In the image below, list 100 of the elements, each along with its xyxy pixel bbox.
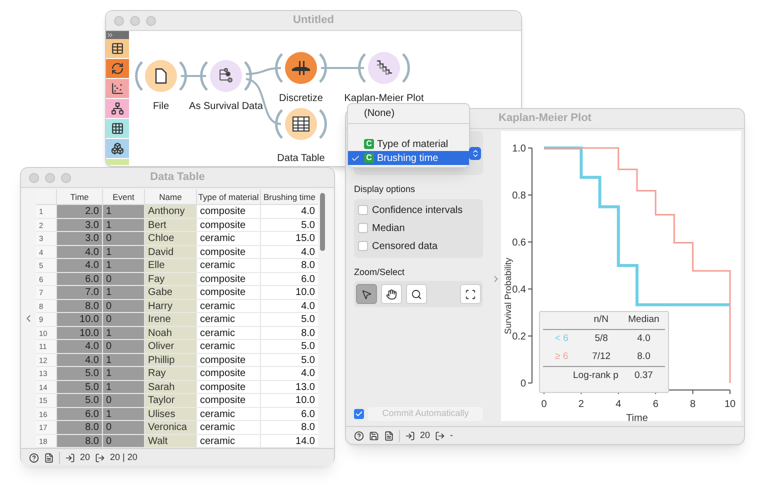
table-cell: 5.0 <box>56 380 102 393</box>
section-label: Display options <box>354 183 416 196</box>
table-cell: composite <box>196 380 260 393</box>
table-cell: 8.0 <box>56 421 102 434</box>
table-cell-text: 4.0 <box>636 332 652 346</box>
input-count: 20 <box>420 428 430 442</box>
table-cell: 1 <box>102 218 144 231</box>
column-header[interactable]: Brushing time <box>260 189 318 204</box>
table-cell: Ulises <box>144 408 196 420</box>
table-cell: 0 <box>102 272 144 285</box>
table-cell: ceramic <box>196 300 260 312</box>
table-cell: David <box>144 246 196 258</box>
window-title: Untitled <box>292 13 335 28</box>
table-cell: 1 <box>102 367 144 380</box>
column-header: Median <box>627 313 660 328</box>
menu-item-label: Brushing time <box>377 152 438 166</box>
table-cell: 0 <box>102 232 144 244</box>
table-cell: 8.0 <box>56 434 102 447</box>
x-tick-label: 0 <box>541 399 547 410</box>
table-cell-text: 8.0 <box>636 350 652 364</box>
table-cell: 0 <box>102 394 144 406</box>
table-cell: composite <box>196 394 260 406</box>
table-cell: 8.0 <box>260 421 318 434</box>
table-cell: ceramic <box>196 408 260 420</box>
table-cell: 0 <box>102 340 144 352</box>
table-cell: Walt <box>144 434 196 447</box>
table-cell: composite <box>196 272 260 285</box>
table-cell: 6.0 <box>56 408 102 420</box>
table-cell: 3.0 <box>56 218 102 231</box>
table-cell: composite <box>196 286 260 298</box>
table-cell: 10.0 <box>56 313 102 326</box>
column-header[interactable]: Event <box>102 189 144 204</box>
table-cell: 0 <box>102 421 144 434</box>
table-cell: 10.0 <box>260 286 318 298</box>
table-cell: 6.0 <box>260 408 318 420</box>
y-tick-label: 0.6 <box>512 238 526 248</box>
test-value: 0.37 <box>633 369 654 384</box>
table-cell: 5.0 <box>260 354 318 366</box>
y-axis-title: Survival Probability <box>503 258 513 334</box>
legend-label: ≥ 6 <box>554 350 570 364</box>
table-cell: 4.0 <box>260 300 318 312</box>
table-cell: composite <box>196 367 260 380</box>
table-cell-text: 7/12 <box>591 350 612 364</box>
table-cell: 1 <box>102 205 144 218</box>
column-header[interactable]: Name <box>144 189 196 204</box>
table-cell: Noah <box>144 326 196 339</box>
output-count: 20 | 20 <box>110 450 138 464</box>
table-cell: 4.0 <box>260 205 318 218</box>
x-tick-label: 8 <box>690 399 696 410</box>
table-cell: Phillip <box>144 354 196 366</box>
table-cell: Anthony <box>144 205 196 218</box>
table-cell: Bert <box>144 218 196 231</box>
checkbox-label: Confidence intervals <box>372 204 463 218</box>
table-cell: 4.0 <box>260 246 318 258</box>
table-cell: 5.0 <box>56 394 102 406</box>
table-cell: 5.0 <box>56 367 102 380</box>
menu-item[interactable]: (None) <box>348 106 469 120</box>
y-tick-label: 0.2 <box>512 332 526 342</box>
input-count: 20 <box>80 450 90 464</box>
table-cell: 5.0 <box>260 313 318 326</box>
table-cell: 13.0 <box>260 380 318 393</box>
table-cell: 1 <box>102 286 144 298</box>
table-cell: Fay <box>144 272 196 285</box>
table-cell: 0 <box>102 313 144 326</box>
table-cell: 10.0 <box>260 394 318 406</box>
table-cell: composite <box>196 205 260 218</box>
menu-item[interactable]: C Type of material <box>348 137 469 151</box>
table-cell: composite <box>196 354 260 366</box>
table-cell: 4.0 <box>56 246 102 258</box>
table-cell: 6.0 <box>260 272 318 285</box>
table-cell: Ray <box>144 367 196 380</box>
table-cell: 4.0 <box>260 367 318 380</box>
y-tick-label: 1.0 <box>512 144 526 154</box>
table-cell: composite <box>196 246 260 258</box>
table-cell: 8.0 <box>260 259 318 272</box>
menu-item[interactable]: C Brushing time <box>348 151 469 165</box>
table-cell: Harry <box>144 300 196 312</box>
column-header[interactable]: Type of material <box>196 189 260 204</box>
x-axis-title: Time <box>626 413 648 421</box>
y-tick-label: 0.8 <box>512 190 526 202</box>
menu-item-label: (None) <box>364 106 395 120</box>
table-cell: 6.0 <box>56 272 102 285</box>
x-tick-label: 10 <box>724 399 736 410</box>
table-cell: 1 <box>102 246 144 258</box>
table-cell: Taylor <box>144 394 196 406</box>
column-header: n/N <box>592 313 610 328</box>
x-tick-label: 4 <box>616 399 622 410</box>
table-cell: 14.0 <box>260 434 318 447</box>
checkbox-label: Median <box>372 222 405 236</box>
table-cell: 1 <box>102 326 144 339</box>
checkbox-label: Censored data <box>372 240 438 254</box>
node-label: Kaplan-Meier Plot <box>344 92 424 106</box>
table-cell: Sarah <box>144 380 196 393</box>
table-cell: 3.0 <box>56 232 102 244</box>
y-tick-label: 0.4 <box>512 284 526 296</box>
table-cell: 4.0 <box>56 354 102 366</box>
window-title: Data Table <box>149 170 206 186</box>
table-cell: ceramic <box>196 421 260 434</box>
column-header[interactable]: Time <box>56 189 102 204</box>
table-cell: ceramic <box>196 340 260 352</box>
